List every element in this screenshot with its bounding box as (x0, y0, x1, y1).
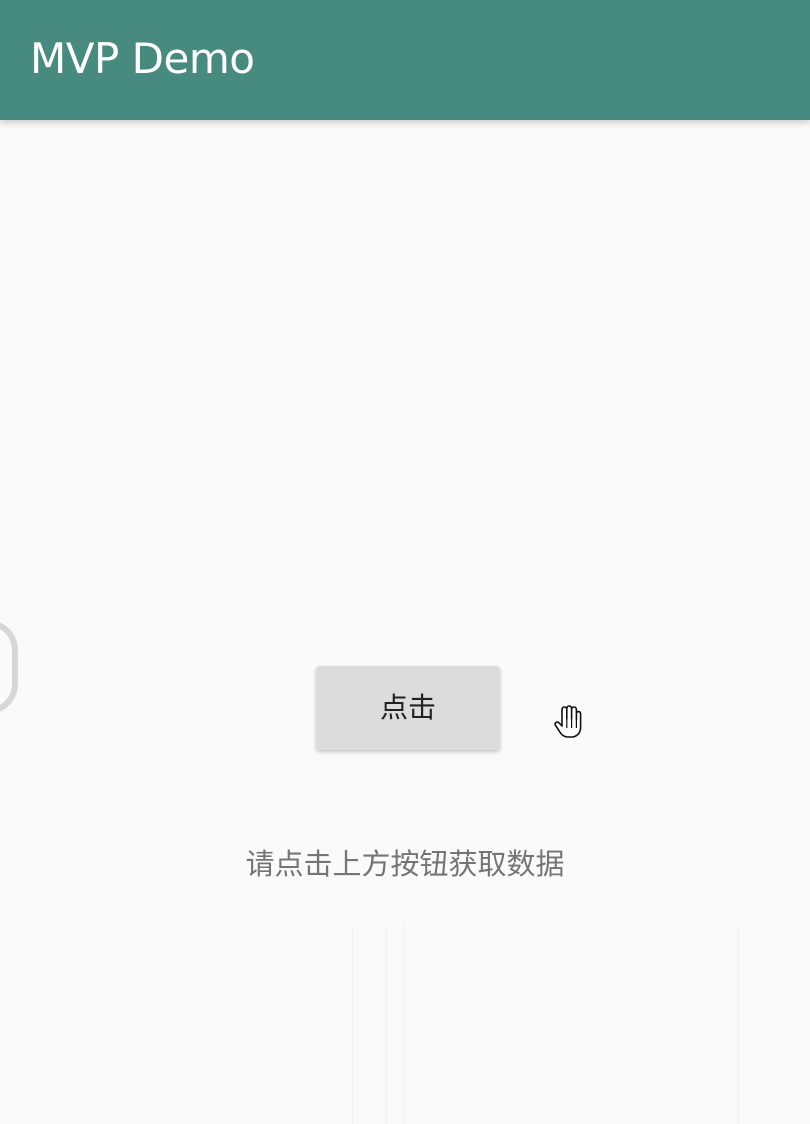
app-screen: MVP Demo 点击 请点击上方按钮获取数据 (0, 0, 810, 1124)
background-artifact-line (404, 925, 405, 1124)
click-button-label: 点击 (379, 691, 436, 724)
app-title: MVP Demo (30, 34, 255, 83)
click-button[interactable]: 点击 (316, 666, 500, 750)
hint-text: 请点击上方按钮获取数据 (245, 847, 565, 881)
hand-cursor-icon (554, 705, 582, 738)
app-bar: MVP Demo (0, 0, 810, 120)
background-artifact-line (352, 925, 353, 1124)
background-artifact-line (738, 925, 739, 1124)
content-area (0, 120, 810, 1124)
background-artifact-line (386, 925, 387, 1124)
